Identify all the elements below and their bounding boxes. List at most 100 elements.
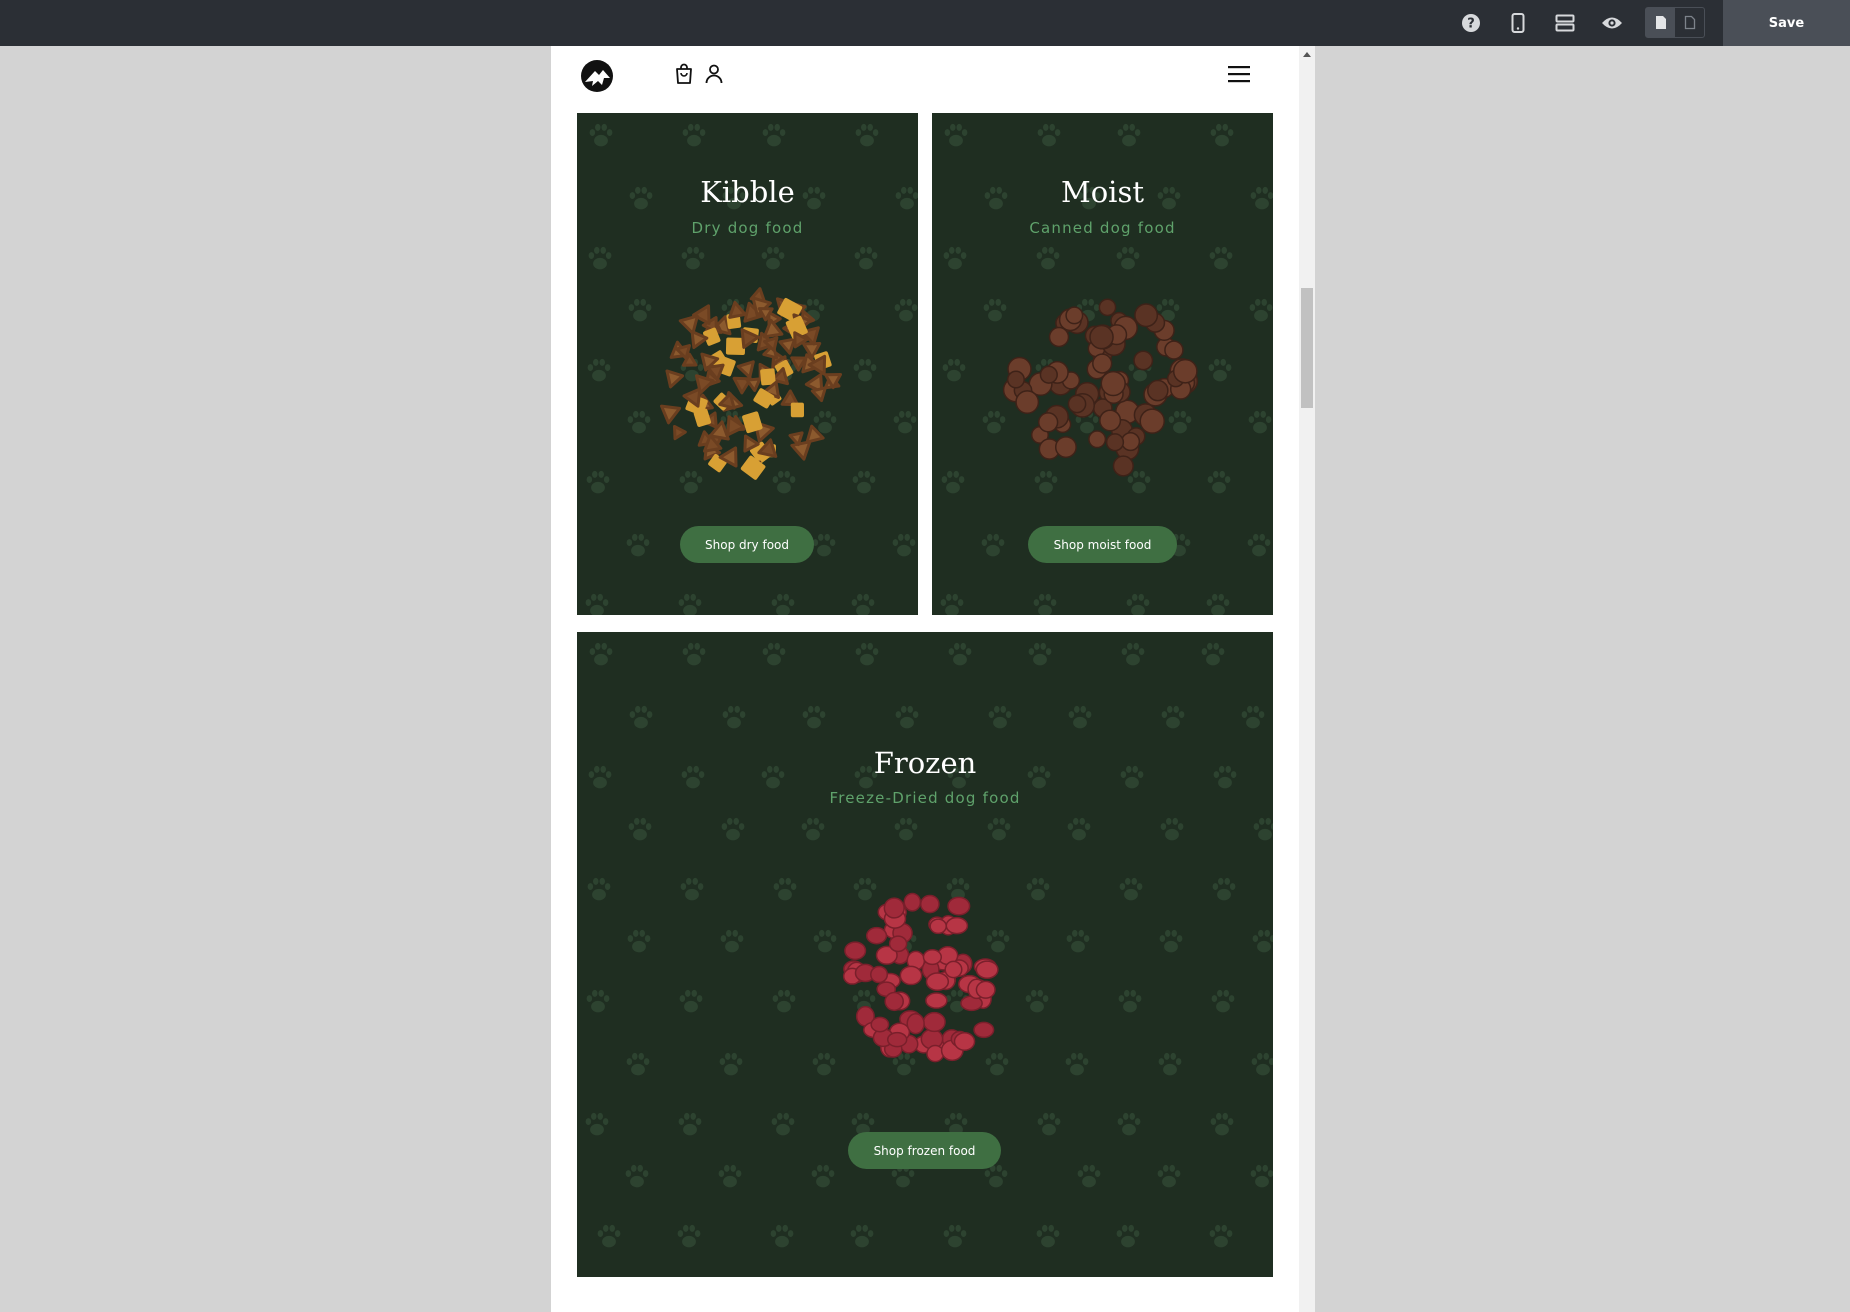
moist-food-piece — [1139, 408, 1165, 434]
paw-print-icon — [1241, 705, 1265, 729]
product-image[interactable] — [997, 293, 1207, 483]
paw-print-icon — [1206, 593, 1230, 615]
dark-kibble-piece — [810, 386, 827, 403]
dark-kibble-piece — [736, 360, 755, 379]
freeze-dried-piece — [899, 965, 923, 986]
dark-kibble-piece — [778, 337, 797, 355]
moist-food-piece — [1065, 306, 1084, 325]
paw-print-icon — [984, 1164, 1008, 1188]
paw-print-icon — [941, 470, 965, 494]
logo-icon[interactable] — [580, 59, 614, 93]
paw-print-icon — [626, 1052, 650, 1076]
paw-print-icon — [895, 705, 919, 729]
paw-print-icon — [1036, 246, 1060, 270]
freeze-dried-piece — [975, 980, 996, 999]
paw-print-icon — [589, 642, 613, 666]
paw-print-icon — [628, 817, 652, 841]
paw-print-icon — [1252, 929, 1273, 953]
paw-print-icon — [679, 989, 703, 1013]
paw-print-icon — [682, 642, 706, 666]
paw-print-icon — [892, 533, 916, 557]
moist-food-piece — [1088, 430, 1107, 449]
paw-print-icon — [812, 1052, 836, 1076]
paw-print-icon — [943, 246, 967, 270]
moist-food-piece — [1134, 303, 1159, 328]
paw-print-icon — [629, 705, 653, 729]
paw-print-icon — [1209, 1224, 1233, 1248]
page-outline-icon[interactable] — [1675, 8, 1704, 37]
dark-kibble-piece — [660, 404, 682, 425]
moist-food-piece — [1098, 298, 1117, 317]
product-image[interactable] — [835, 886, 1015, 1074]
paw-print-icon — [721, 817, 745, 841]
moist-food-piece — [1015, 390, 1040, 414]
paw-print-icon — [627, 929, 651, 953]
preview-eye-icon[interactable] — [1600, 11, 1624, 35]
paw-print-icon — [811, 1164, 835, 1188]
freeze-dried-piece — [925, 992, 948, 1009]
card-subtitle: Canned dog food — [1029, 219, 1176, 237]
moist-food-piece — [1172, 358, 1198, 384]
scroll-up-arrow-icon[interactable] — [1299, 48, 1315, 60]
editor-toolbar: ? Save — [0, 0, 1850, 46]
product-image[interactable] — [642, 283, 852, 483]
paw-print-icon — [940, 593, 964, 615]
freeze-dried-piece — [925, 972, 950, 992]
moist-food-piece — [1100, 370, 1126, 397]
page-solid-icon[interactable] — [1646, 8, 1675, 37]
paw-print-icon — [851, 593, 875, 615]
hamburger-menu-icon[interactable] — [1227, 64, 1251, 84]
paw-print-icon — [1116, 246, 1140, 270]
paw-print-icon — [802, 705, 826, 729]
paw-print-icon — [1121, 642, 1145, 666]
paw-print-icon — [1158, 1052, 1182, 1076]
paw-print-icon — [1025, 989, 1049, 1013]
paw-print-icon — [1126, 593, 1150, 615]
paw-print-icon — [1159, 929, 1183, 953]
dark-kibble-piece — [665, 369, 685, 389]
paw-print-icon — [771, 1112, 795, 1136]
scrollbar-thumb[interactable] — [1301, 288, 1313, 408]
help-icon[interactable]: ? — [1459, 11, 1483, 35]
freeze-dried-piece — [973, 1021, 995, 1039]
card-subtitle: Freeze-Dried dog food — [829, 789, 1021, 807]
freeze-dried-piece — [922, 1011, 946, 1033]
moist-food-piece — [1099, 409, 1122, 432]
save-button[interactable]: Save — [1723, 0, 1850, 46]
preview-scrollbar[interactable] — [1299, 46, 1315, 1312]
paw-print-icon — [1211, 989, 1235, 1013]
mobile-view-icon[interactable] — [1506, 11, 1530, 35]
paw-print-icon — [1251, 1052, 1273, 1076]
moist-food-piece — [1164, 340, 1184, 360]
paw-print-icon — [1161, 705, 1185, 729]
sections-icon[interactable] — [1553, 11, 1577, 35]
paw-print-icon — [855, 123, 879, 147]
paw-print-icon — [981, 533, 1005, 557]
paw-print-icon — [1026, 877, 1050, 901]
paw-print-icon — [773, 877, 797, 901]
page-view-toggle[interactable] — [1645, 7, 1705, 38]
shop-moist-food-button[interactable]: Shop moist food — [1028, 526, 1177, 563]
product-card-moist: Moist Canned dog food Shop moist food — [932, 113, 1273, 615]
user-icon[interactable] — [704, 63, 724, 85]
freeze-dried-piece — [926, 1044, 945, 1063]
product-card-kibble: Kibble Dry dog food Shop dry food — [577, 113, 918, 615]
shop-frozen-food-button[interactable]: Shop frozen food — [848, 1132, 1001, 1169]
freeze-dried-piece — [886, 1031, 908, 1048]
paw-print-icon — [762, 642, 786, 666]
freeze-dried-piece — [944, 960, 963, 979]
paw-print-icon — [626, 533, 650, 557]
moist-food-piece — [1037, 412, 1059, 433]
cart-icon[interactable] — [674, 63, 694, 85]
shop-dry-food-button[interactable]: Shop dry food — [680, 526, 814, 563]
dark-kibble-piece — [788, 431, 804, 447]
dark-kibble-piece — [780, 389, 800, 407]
moist-food-piece — [1147, 379, 1169, 402]
paw-print-icon — [1208, 358, 1232, 382]
paw-print-icon — [681, 246, 705, 270]
paw-print-icon — [588, 246, 612, 270]
dark-kibble-piece — [682, 387, 702, 408]
paw-print-icon — [943, 1224, 967, 1248]
dark-kibble-piece — [678, 314, 699, 335]
card-subtitle: Dry dog food — [691, 219, 804, 237]
